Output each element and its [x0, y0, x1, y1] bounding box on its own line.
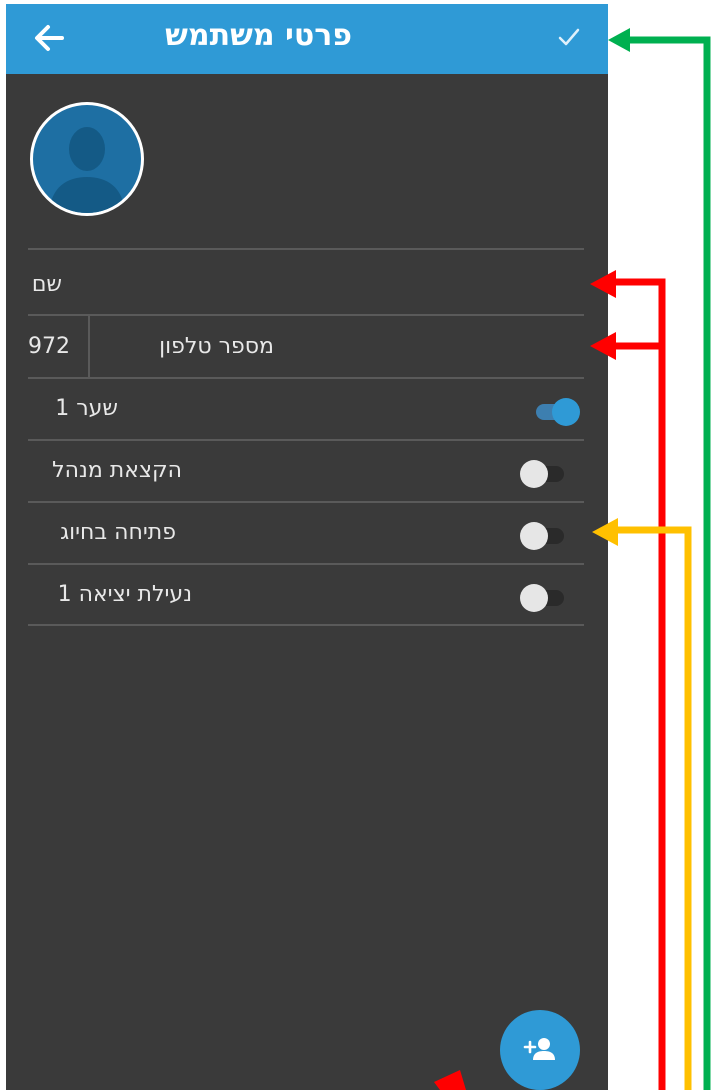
red-arrowhead	[590, 270, 616, 298]
orange-annotation-arrow	[614, 526, 692, 1090]
green-annotation-arrow	[626, 36, 711, 1090]
annotation-arrows	[434, 28, 711, 1090]
red-annotation-arrow	[612, 278, 666, 1090]
red-arrowhead-2	[590, 332, 616, 360]
red-arrowhead-fab	[434, 1070, 466, 1090]
orange-arrowhead	[592, 518, 618, 546]
green-arrowhead	[608, 28, 630, 52]
